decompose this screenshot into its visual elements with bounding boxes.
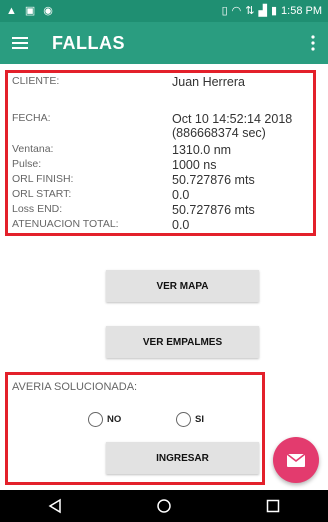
radio-si[interactable]: SI — [176, 412, 204, 427]
orl-finish-label: ORL FINISH: — [12, 173, 74, 185]
vibrate-icon: ▯ — [221, 4, 228, 17]
signal-icon: ▟ — [258, 4, 267, 17]
radio-circle-icon[interactable] — [88, 412, 103, 427]
orl-start-label: ORL START: — [12, 188, 72, 200]
atenuacion-value: 0.0 — [172, 218, 190, 232]
back-icon[interactable] — [35, 490, 75, 522]
fecha-label: FECHA: — [12, 112, 51, 124]
atenuacion-label: ATENUACION TOTAL: — [12, 218, 119, 230]
radio-no[interactable]: NO — [88, 412, 121, 427]
orl-start-value: 0.0 — [172, 188, 190, 202]
ingresar-button[interactable]: INGRESAR — [106, 442, 259, 474]
more-vertical-icon[interactable] — [298, 22, 328, 64]
mail-icon — [286, 452, 306, 467]
recents-icon[interactable] — [253, 490, 293, 522]
circle-app-icon: ◉ — [43, 4, 53, 17]
battery-icon: ▮ — [270, 4, 278, 17]
status-time: 1:58 PM — [281, 5, 322, 17]
image-icon: ▣ — [24, 4, 36, 17]
home-icon[interactable] — [144, 490, 184, 522]
radio-no-label: NO — [107, 414, 122, 425]
fault-info-panel: CLIENTE: Juan Herrera FECHA: Oct 10 14:5… — [5, 70, 316, 236]
data-icon: ⇅ — [245, 4, 255, 17]
fecha-value: Oct 10 14:52:14 2018 — [172, 112, 293, 126]
loss-end-value: 50.727876 mts — [172, 203, 255, 217]
system-nav-bar — [0, 490, 328, 522]
pulse-label: Pulse: — [12, 158, 42, 170]
hamburger-menu-icon[interactable] — [0, 22, 40, 64]
fecha-secs-value: (886668374 sec) — [172, 126, 266, 140]
warning-icon: ▲ — [6, 4, 17, 17]
wifi-icon: ◠ — [231, 4, 242, 17]
ver-mapa-button[interactable]: VER MAPA — [106, 270, 259, 302]
orl-finish-value: 50.727876 mts — [172, 173, 255, 187]
radio-circle-icon[interactable] — [176, 412, 191, 427]
averia-label: AVERIA SOLUCIONADA: — [12, 381, 138, 393]
status-bar: ▲ ▣ ◉ ▯ ◠ ⇅ ▟ ▮ 1:58 PM — [0, 0, 328, 22]
ventana-label: Ventana: — [12, 143, 54, 155]
loss-end-label: Loss END: — [12, 203, 63, 215]
cliente-label: CLIENTE: — [12, 75, 60, 87]
ventana-value: 1310.0 nm — [172, 143, 232, 157]
cliente-value: Juan Herrera — [172, 75, 245, 89]
app-bar: FALLAS — [0, 22, 328, 64]
ver-empalmes-button[interactable]: VER EMPALMES — [106, 326, 259, 358]
mail-fab-button[interactable] — [273, 437, 319, 483]
radio-si-label: SI — [195, 414, 204, 425]
page-title: FALLAS — [52, 32, 125, 53]
pulse-value: 1000 ns — [172, 158, 217, 172]
